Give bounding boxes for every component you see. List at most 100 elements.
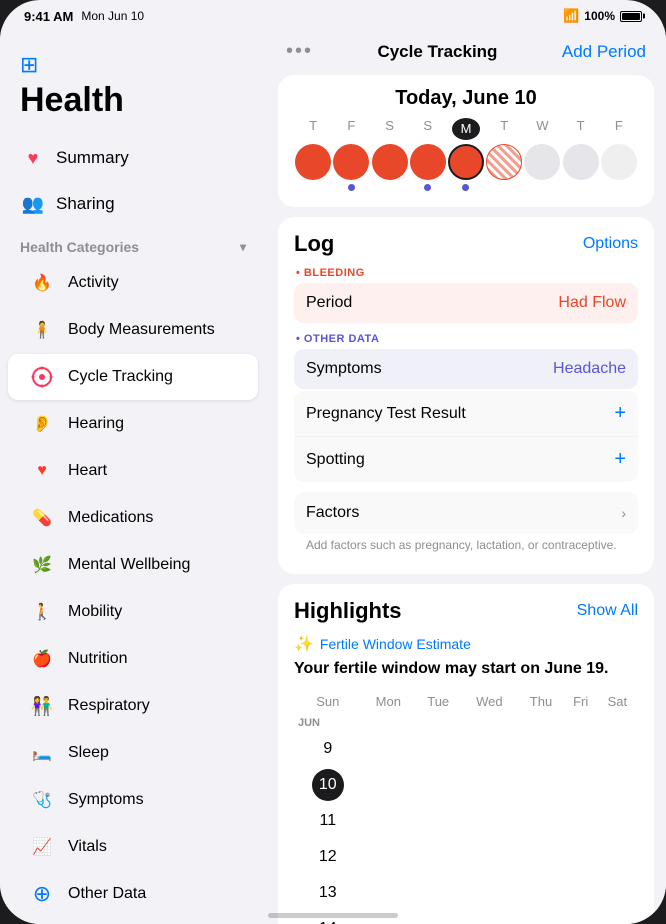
sidebar: ⊞ Health ♥ Summary 👥 Sharing Health Cate…: [0, 28, 266, 924]
sidebar-item-sleep[interactable]: 🛏️ Sleep: [8, 730, 258, 776]
respiratory-label: Respiratory: [68, 697, 150, 715]
cal-cell-9[interactable]: 9: [294, 731, 362, 767]
sidebar-item-hearing[interactable]: 👂 Hearing: [8, 401, 258, 447]
highlights-section: Highlights Show All ✨ Fertile Window Est…: [278, 584, 654, 924]
cal-cell-12[interactable]: 12: [294, 839, 362, 875]
sharing-icon: 👥: [20, 191, 46, 217]
show-all-button[interactable]: Show All: [577, 602, 638, 620]
sleep-label: Sleep: [68, 744, 109, 762]
cycle-day-6[interactable]: [523, 144, 561, 191]
cycle-day-3[interactable]: [409, 144, 447, 191]
sidebar-app-icon: ⊞: [20, 52, 246, 78]
log-header: Log Options: [294, 231, 638, 257]
mental-wellbeing-label: Mental Wellbeing: [68, 556, 190, 574]
sidebar-item-symptoms[interactable]: 🩺 Symptoms: [8, 777, 258, 823]
log-section: Log Options • BLEEDING Period Had Flow •…: [278, 217, 654, 574]
cycle-day-today[interactable]: [447, 144, 485, 191]
cal-cell-10[interactable]: 10: [294, 767, 362, 803]
sidebar-item-cycle-tracking[interactable]: Cycle Tracking: [8, 354, 258, 400]
sidebar-item-other-data[interactable]: ⊕ Other Data: [8, 871, 258, 917]
week-label-today-wrapper: M: [447, 118, 485, 140]
top-bar: ••• Cycle Tracking Add Period: [266, 28, 666, 71]
dot-8: [615, 184, 622, 191]
cycle-tracking-label: Cycle Tracking: [68, 368, 173, 386]
battery-icon: [620, 11, 642, 22]
factors-row[interactable]: Factors ›: [294, 492, 638, 534]
sidebar-item-mobility[interactable]: 🚶 Mobility: [8, 589, 258, 635]
sidebar-item-nutrition[interactable]: 🍎 Nutrition: [8, 636, 258, 682]
sidebar-item-medications[interactable]: 💊 Medications: [8, 495, 258, 541]
activity-label: Activity: [68, 274, 119, 292]
main-content: ••• Cycle Tracking Add Period Today, Jun…: [266, 28, 666, 924]
sidebar-header: ⊞ Health: [0, 44, 266, 135]
cycle-day-1[interactable]: [332, 144, 370, 191]
sharing-label: Sharing: [56, 194, 115, 214]
mobility-label: Mobility: [68, 603, 122, 621]
cal-num-11: 11: [320, 812, 337, 830]
cal-cell-13[interactable]: 13: [294, 875, 362, 911]
health-records-header: Health Records ▾: [0, 918, 266, 924]
spotting-row[interactable]: Spotting +: [294, 437, 638, 482]
period-circle-1: [333, 144, 369, 180]
home-indicator: [268, 913, 398, 918]
week-label-0: T: [294, 118, 332, 140]
sidebar-item-summary[interactable]: ♥ Summary: [0, 135, 266, 181]
add-period-button[interactable]: Add Period: [562, 42, 646, 62]
cycle-circles-row: [294, 144, 638, 191]
cal-month-row: JUN: [294, 713, 638, 731]
health-categories-header: Health Categories ▾: [0, 227, 266, 259]
period-circle-6: [524, 144, 560, 180]
hearing-icon: 👂: [28, 410, 56, 438]
summary-label: Summary: [56, 148, 129, 168]
period-circle-7: [563, 144, 599, 180]
cal-cell-11[interactable]: 11: [294, 803, 362, 839]
cal-header-tue: Tue: [415, 690, 461, 713]
mobility-icon: 🚶: [28, 598, 56, 626]
period-circle-2: [372, 144, 408, 180]
log-title: Log: [294, 231, 334, 257]
factors-chevron-icon: ›: [621, 505, 626, 521]
status-bar: 9:41 AM Mon Jun 10 📶 100%: [0, 0, 666, 28]
factors-label: Factors: [306, 504, 359, 522]
cycle-day-8[interactable]: [600, 144, 638, 191]
week-label-2: S: [370, 118, 408, 140]
sidebar-item-mental-wellbeing[interactable]: 🌿 Mental Wellbeing: [8, 542, 258, 588]
other-data-icon: ⊕: [28, 880, 56, 908]
dot-5: [501, 184, 508, 191]
sidebar-item-sharing[interactable]: 👥 Sharing: [0, 181, 266, 227]
pregnancy-test-row[interactable]: Pregnancy Test Result +: [294, 391, 638, 437]
bleeding-dot: •: [296, 267, 304, 279]
sidebar-item-respiratory[interactable]: 👫 Respiratory: [8, 683, 258, 729]
fertile-description: Your fertile window may start on June 19…: [294, 660, 638, 678]
log-options-button[interactable]: Options: [583, 235, 638, 253]
vitals-icon: 📈: [28, 833, 56, 861]
sidebar-item-activity[interactable]: 🔥 Activity: [8, 260, 258, 306]
other-data-log-label: • OTHER DATA: [294, 333, 638, 345]
sidebar-item-vitals[interactable]: 📈 Vitals: [8, 824, 258, 870]
sidebar-item-body-measurements[interactable]: 🧍 Body Measurements: [8, 307, 258, 353]
cal-header-wed: Wed: [461, 690, 517, 713]
dot-0: [310, 184, 317, 191]
symptoms-row[interactable]: Symptoms Headache: [294, 349, 638, 389]
status-right: 📶 100%: [563, 8, 642, 24]
status-time: 9:41 AM: [24, 9, 73, 24]
cycle-day-2[interactable]: [370, 144, 408, 191]
pregnancy-test-plus-icon: +: [614, 402, 626, 425]
sidebar-item-heart[interactable]: ♥ Heart: [8, 448, 258, 494]
cycle-day-5[interactable]: [485, 144, 523, 191]
activity-icon: 🔥: [28, 269, 56, 297]
cal-num-12: 12: [319, 848, 337, 866]
week-label-today: M: [452, 118, 480, 140]
other-data-dot: •: [296, 333, 304, 345]
symptoms-value: Headache: [553, 360, 626, 378]
cycle-day-7[interactable]: [562, 144, 600, 191]
cycle-day-0[interactable]: [294, 144, 332, 191]
fertile-sparkle-icon: ✨: [294, 634, 314, 654]
highlights-header: Highlights Show All: [294, 598, 638, 624]
symptoms-label: Symptoms: [68, 791, 144, 809]
battery-fill: [622, 13, 640, 20]
more-options-icon[interactable]: •••: [286, 40, 313, 63]
period-row[interactable]: Period Had Flow: [294, 283, 638, 323]
nutrition-label: Nutrition: [68, 650, 128, 668]
vitals-label: Vitals: [68, 838, 107, 856]
